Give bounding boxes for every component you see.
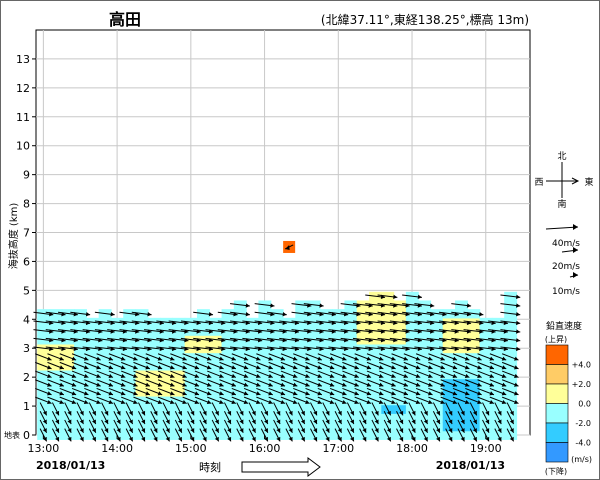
legend-swatch [545,344,569,365]
y-axis-title: 海抜高度 (km) [7,203,20,270]
legend-unit: (m/s) [571,455,592,464]
y-tick-label: 10 [16,140,30,153]
y-tick-label: 0 [23,429,30,442]
time-direction-arrow-icon [241,457,321,477]
ground-label: 地表 [4,430,20,440]
compass-icon [546,162,580,198]
legend-label: -2.0 [575,419,591,428]
wind-profiler-chart: 高田 (北緯37.11°,東経138.25°,標高 13m) 海抜高度 (km)… [4,10,594,477]
wind-scale-label: 10m/s [552,287,580,297]
legend-label: -4.0 [575,439,591,448]
time-axis-label: 時刻 [199,460,221,474]
compass-south: 南 [557,198,566,210]
x-tick-label: 19:00 [470,442,502,455]
x-tick-label: 15:00 [175,442,207,455]
x-tick-label: 18:00 [396,442,428,455]
y-tick-label: 4 [23,313,30,326]
x-tick-label: 13:00 [28,442,60,455]
compass-west: 西 [534,177,543,188]
y-tick-label: 12 [16,82,30,95]
wind-speed-scale: 40m/s 20m/s 10m/s [545,224,580,297]
wind-scale-head [573,224,578,230]
y-tick-label: 5 [23,284,30,297]
wind-scale-arrow [545,224,579,230]
station-name: 高田 [109,10,141,29]
wind-scale-arrow [569,272,579,278]
station-location: (北緯37.11°,東経138.25°,標高 13m) [321,12,529,27]
y-tick-label: 7 [23,227,30,240]
date-left: 2018/01/13 [36,459,105,472]
x-tick-label: 17:00 [322,442,354,455]
wind-scale-label: 20m/s [552,262,580,272]
y-tick-label: 6 [23,255,30,268]
y-tick-label: 11 [16,111,30,124]
y-tick-label: 8 [23,198,30,211]
x-tick-label: 14:00 [101,442,133,455]
legend-swatch [545,364,569,385]
y-tick-label: 9 [23,169,30,182]
y-tick-label: 13 [16,53,30,66]
legend-label: 0.0 [578,400,591,409]
legend-swatch [545,383,569,404]
legend-swatch [545,442,569,463]
date-right: 2018/01/13 [436,459,505,472]
legend-title: 鉛直速度 [546,320,582,332]
wind-scale-label: 40m/s [552,239,580,249]
legend-upper-label: (上昇) [545,335,567,344]
x-tick-label: 16:00 [249,442,281,455]
legend-lower-label: (下降) [545,466,567,476]
legend-swatch [545,422,569,443]
compass-north: 北 [557,151,566,162]
y-tick-label: 2 [23,371,30,384]
legend-swatch [545,403,569,424]
wind-scale-head [573,272,578,278]
y-tick-label: 3 [23,342,30,355]
legend-label: +4.0 [572,361,591,370]
y-tick-label: 1 [23,400,30,413]
legend-label: +2.0 [572,380,591,389]
vertical-velocity-legend: +4.0 +2.0 0.0 -2.0 -4.0 (m/s) [545,344,592,464]
compass-east: 東 [584,176,593,188]
